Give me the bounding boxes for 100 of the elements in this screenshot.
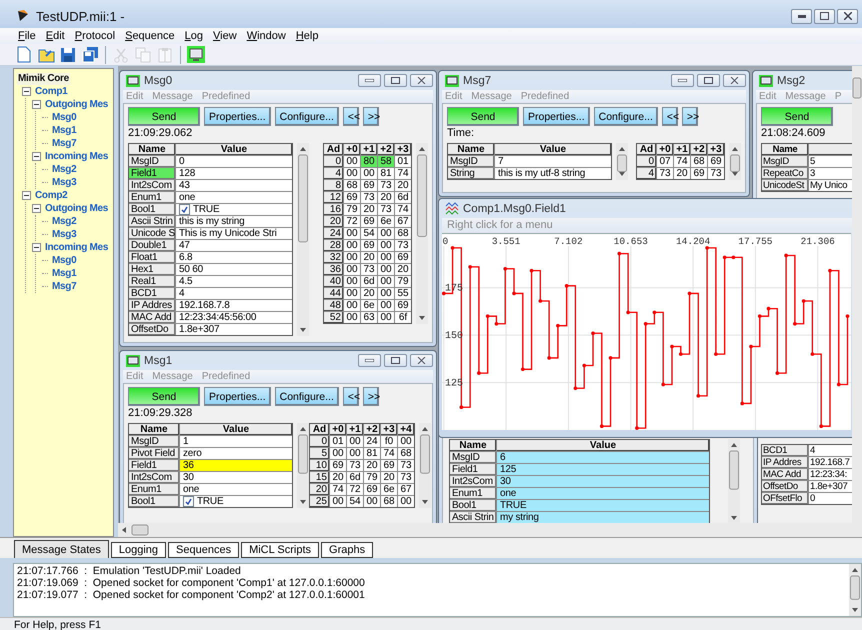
field-value[interactable]: 43: [176, 180, 292, 191]
field-value[interactable]: 6: [497, 452, 709, 463]
tree-item[interactable]: Msg7: [51, 280, 78, 292]
tree-item[interactable]: Comp2: [34, 190, 68, 202]
field-value[interactable]: 4: [809, 445, 852, 456]
tree-item[interactable]: Msg0: [51, 112, 78, 124]
send-button[interactable]: Send: [761, 107, 833, 126]
column-header[interactable]: Value: [495, 144, 611, 155]
column-header[interactable]: Name: [450, 440, 496, 451]
tree-item[interactable]: Msg2: [51, 164, 78, 176]
field-value[interactable]: one: [176, 192, 292, 203]
tab[interactable]: Logging: [110, 542, 166, 558]
field-value[interactable]: 1.8e+307: [176, 324, 292, 335]
tree-item[interactable]: Msg3: [51, 228, 78, 240]
toolbar-button[interactable]: [81, 46, 99, 64]
toolbar-button[interactable]: [59, 46, 77, 64]
minimize-button[interactable]: [358, 354, 381, 367]
field-value[interactable]: 5: [809, 156, 852, 167]
tree-item[interactable]: Incoming Mes: [44, 150, 110, 162]
collapse-icon[interactable]: [22, 191, 31, 200]
field-value[interactable]: 47: [176, 240, 292, 251]
toolbar-button[interactable]: [187, 46, 205, 64]
column-header[interactable]: Name: [762, 144, 808, 155]
field-value[interactable]: 30: [497, 476, 709, 487]
menu-item[interactable]: Log: [180, 29, 208, 43]
properties-button[interactable]: Properties...: [204, 387, 271, 406]
field-value[interactable]: 0: [809, 493, 852, 504]
field-value[interactable]: this is my string: [176, 216, 292, 227]
menu-item[interactable]: Help: [290, 29, 324, 43]
field-value[interactable]: 1: [180, 436, 292, 447]
previous-button[interactable]: <<: [342, 107, 359, 126]
column-header[interactable]: Name: [448, 144, 494, 155]
tree-item[interactable]: Msg7: [51, 138, 78, 150]
tree-item[interactable]: Msg3: [51, 176, 78, 188]
tree-item[interactable]: Msg1: [51, 124, 78, 136]
field-value[interactable]: My Unico: [809, 180, 852, 191]
field-value[interactable]: 12:23:34:45:56:00: [176, 312, 292, 323]
previous-button[interactable]: <<: [662, 107, 678, 126]
field-value[interactable]: zero: [180, 448, 292, 459]
maximize-button[interactable]: [814, 8, 835, 24]
minimize-button[interactable]: [791, 8, 812, 24]
properties-button[interactable]: Properties...: [204, 107, 271, 126]
field-value[interactable]: one: [497, 488, 709, 499]
field-value[interactable]: 36: [180, 460, 292, 471]
field-value[interactable]: 7: [495, 156, 611, 167]
configure-button[interactable]: Configure...: [274, 107, 339, 126]
field-value[interactable]: 4: [176, 288, 292, 299]
column-header[interactable]: Value: [176, 144, 292, 155]
collapse-icon[interactable]: [32, 152, 41, 161]
column-header[interactable]: Name: [129, 424, 179, 435]
close-button[interactable]: [723, 74, 746, 87]
field-value[interactable]: 192.168.7: [809, 457, 852, 468]
field-value[interactable]: 6.8: [176, 252, 292, 263]
field-value[interactable]: 4.5: [176, 276, 292, 287]
collapse-icon[interactable]: [32, 204, 41, 213]
checkbox[interactable]: [183, 496, 194, 507]
tree-item[interactable]: Outgoing Mes: [44, 202, 110, 214]
field-value[interactable]: TRUE: [176, 204, 292, 215]
field-value[interactable]: 50 60: [176, 264, 292, 275]
properties-button[interactable]: Properties...: [523, 107, 590, 126]
menu-item[interactable]: Edit: [40, 29, 70, 43]
tree-item[interactable]: Outgoing Mes: [44, 98, 110, 110]
maximize-button[interactable]: [384, 74, 407, 87]
tab[interactable]: Message States: [14, 540, 109, 558]
close-button[interactable]: [410, 354, 433, 367]
field-value[interactable]: 1.8e+307: [809, 481, 852, 492]
tab[interactable]: Graphs: [321, 542, 374, 558]
send-button[interactable]: Send: [128, 387, 200, 406]
tab[interactable]: Sequences: [168, 542, 240, 558]
tree-item[interactable]: Comp1: [34, 86, 68, 98]
tree-item[interactable]: Msg2: [51, 216, 78, 228]
field-value[interactable]: my string: [497, 512, 709, 523]
tab[interactable]: MiCL Scripts: [241, 542, 320, 558]
tree-item[interactable]: Msg0: [51, 254, 78, 266]
next-button[interactable]: >>: [362, 107, 379, 126]
field-value[interactable]: TRUE: [180, 496, 292, 507]
minimize-button[interactable]: [671, 74, 694, 87]
checkbox[interactable]: [179, 204, 190, 215]
next-button[interactable]: >>: [362, 387, 379, 406]
close-button[interactable]: [410, 74, 433, 87]
field-value[interactable]: this is my utf-8 string: [495, 168, 611, 179]
menu-item[interactable]: File: [13, 29, 41, 43]
collapse-icon[interactable]: [22, 87, 31, 96]
tree-item[interactable]: Incoming Mes: [44, 242, 110, 254]
menu-item[interactable]: Window: [242, 29, 291, 43]
field-value[interactable]: 0: [176, 156, 292, 167]
collapse-icon[interactable]: [32, 100, 41, 109]
column-header[interactable]: Name: [129, 144, 175, 155]
column-header[interactable]: Value: [497, 440, 709, 451]
field-value[interactable]: 125: [497, 464, 709, 475]
send-button[interactable]: Send: [447, 107, 519, 126]
next-button[interactable]: >>: [682, 107, 698, 126]
field-value[interactable]: 192.168.7.8: [176, 300, 292, 311]
minimize-button[interactable]: [358, 74, 381, 87]
configure-button[interactable]: Configure...: [594, 107, 658, 126]
tree-item[interactable]: Msg1: [51, 268, 78, 280]
field-value[interactable]: 30: [180, 472, 292, 483]
send-button[interactable]: Send: [128, 107, 200, 126]
field-value[interactable]: TRUE: [497, 500, 709, 511]
maximize-button[interactable]: [697, 74, 720, 87]
